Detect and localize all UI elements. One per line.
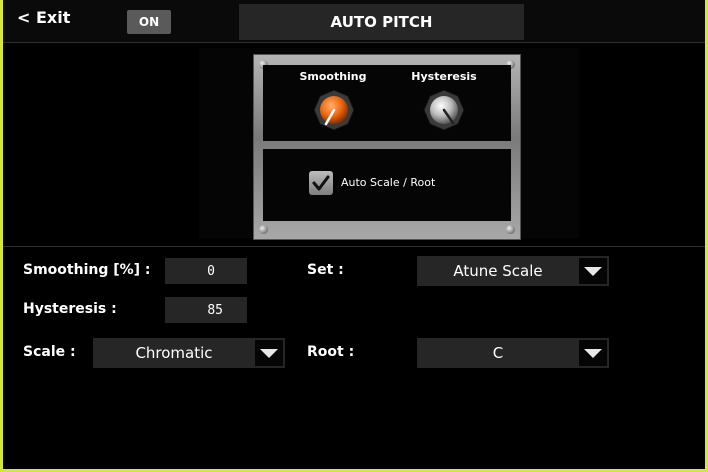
auto-scale-root-label: Auto Scale / Root bbox=[341, 176, 436, 189]
auto-scale-root-checkbox[interactable] bbox=[309, 171, 333, 195]
scale-dropdown-value: Chromatic bbox=[135, 344, 213, 362]
set-dropdown-value: Atune Scale bbox=[453, 262, 543, 280]
checkbox-section: Auto Scale / Root bbox=[263, 149, 511, 221]
on-toggle-button[interactable]: ON bbox=[127, 10, 171, 34]
screw-icon bbox=[259, 225, 268, 234]
checkmark-icon bbox=[312, 175, 330, 191]
smoothing-label: Smoothing [%] : bbox=[23, 262, 151, 278]
root-dropdown[interactable]: C bbox=[417, 338, 609, 368]
divider bbox=[3, 42, 705, 43]
auto-pitch-panel: Smoothing Hysteresis Auto Scale / Root bbox=[253, 54, 521, 240]
hysteresis-knob-label: Hysteresis bbox=[411, 70, 477, 83]
top-bar: < Exit ON AUTO PITCH bbox=[3, 0, 705, 42]
app-frame: < Exit ON AUTO PITCH Smoothing Hysteresi… bbox=[0, 0, 708, 472]
set-dropdown[interactable]: Atune Scale bbox=[417, 256, 609, 286]
chevron-down-icon bbox=[255, 340, 283, 366]
scale-dropdown[interactable]: Chromatic bbox=[93, 338, 285, 368]
scale-label: Scale : bbox=[23, 344, 76, 360]
root-dropdown-value: C bbox=[492, 344, 504, 362]
smoothing-value-field[interactable]: 0 bbox=[165, 258, 247, 284]
chevron-down-icon bbox=[579, 258, 607, 284]
hysteresis-label: Hysteresis : bbox=[23, 301, 117, 317]
knob-section: Smoothing Hysteresis bbox=[263, 65, 511, 141]
hysteresis-knob-icon[interactable] bbox=[423, 89, 465, 131]
smoothing-knob-icon[interactable] bbox=[313, 89, 355, 131]
set-label: Set : bbox=[307, 262, 344, 278]
screw-icon bbox=[506, 225, 515, 234]
exit-button[interactable]: < Exit bbox=[17, 8, 70, 27]
chevron-down-icon bbox=[579, 340, 607, 366]
divider bbox=[3, 246, 705, 247]
root-label: Root : bbox=[307, 344, 355, 360]
page-title: AUTO PITCH bbox=[239, 4, 524, 40]
smoothing-knob-label: Smoothing bbox=[299, 70, 367, 83]
hysteresis-value-field[interactable]: 85 bbox=[165, 297, 247, 323]
